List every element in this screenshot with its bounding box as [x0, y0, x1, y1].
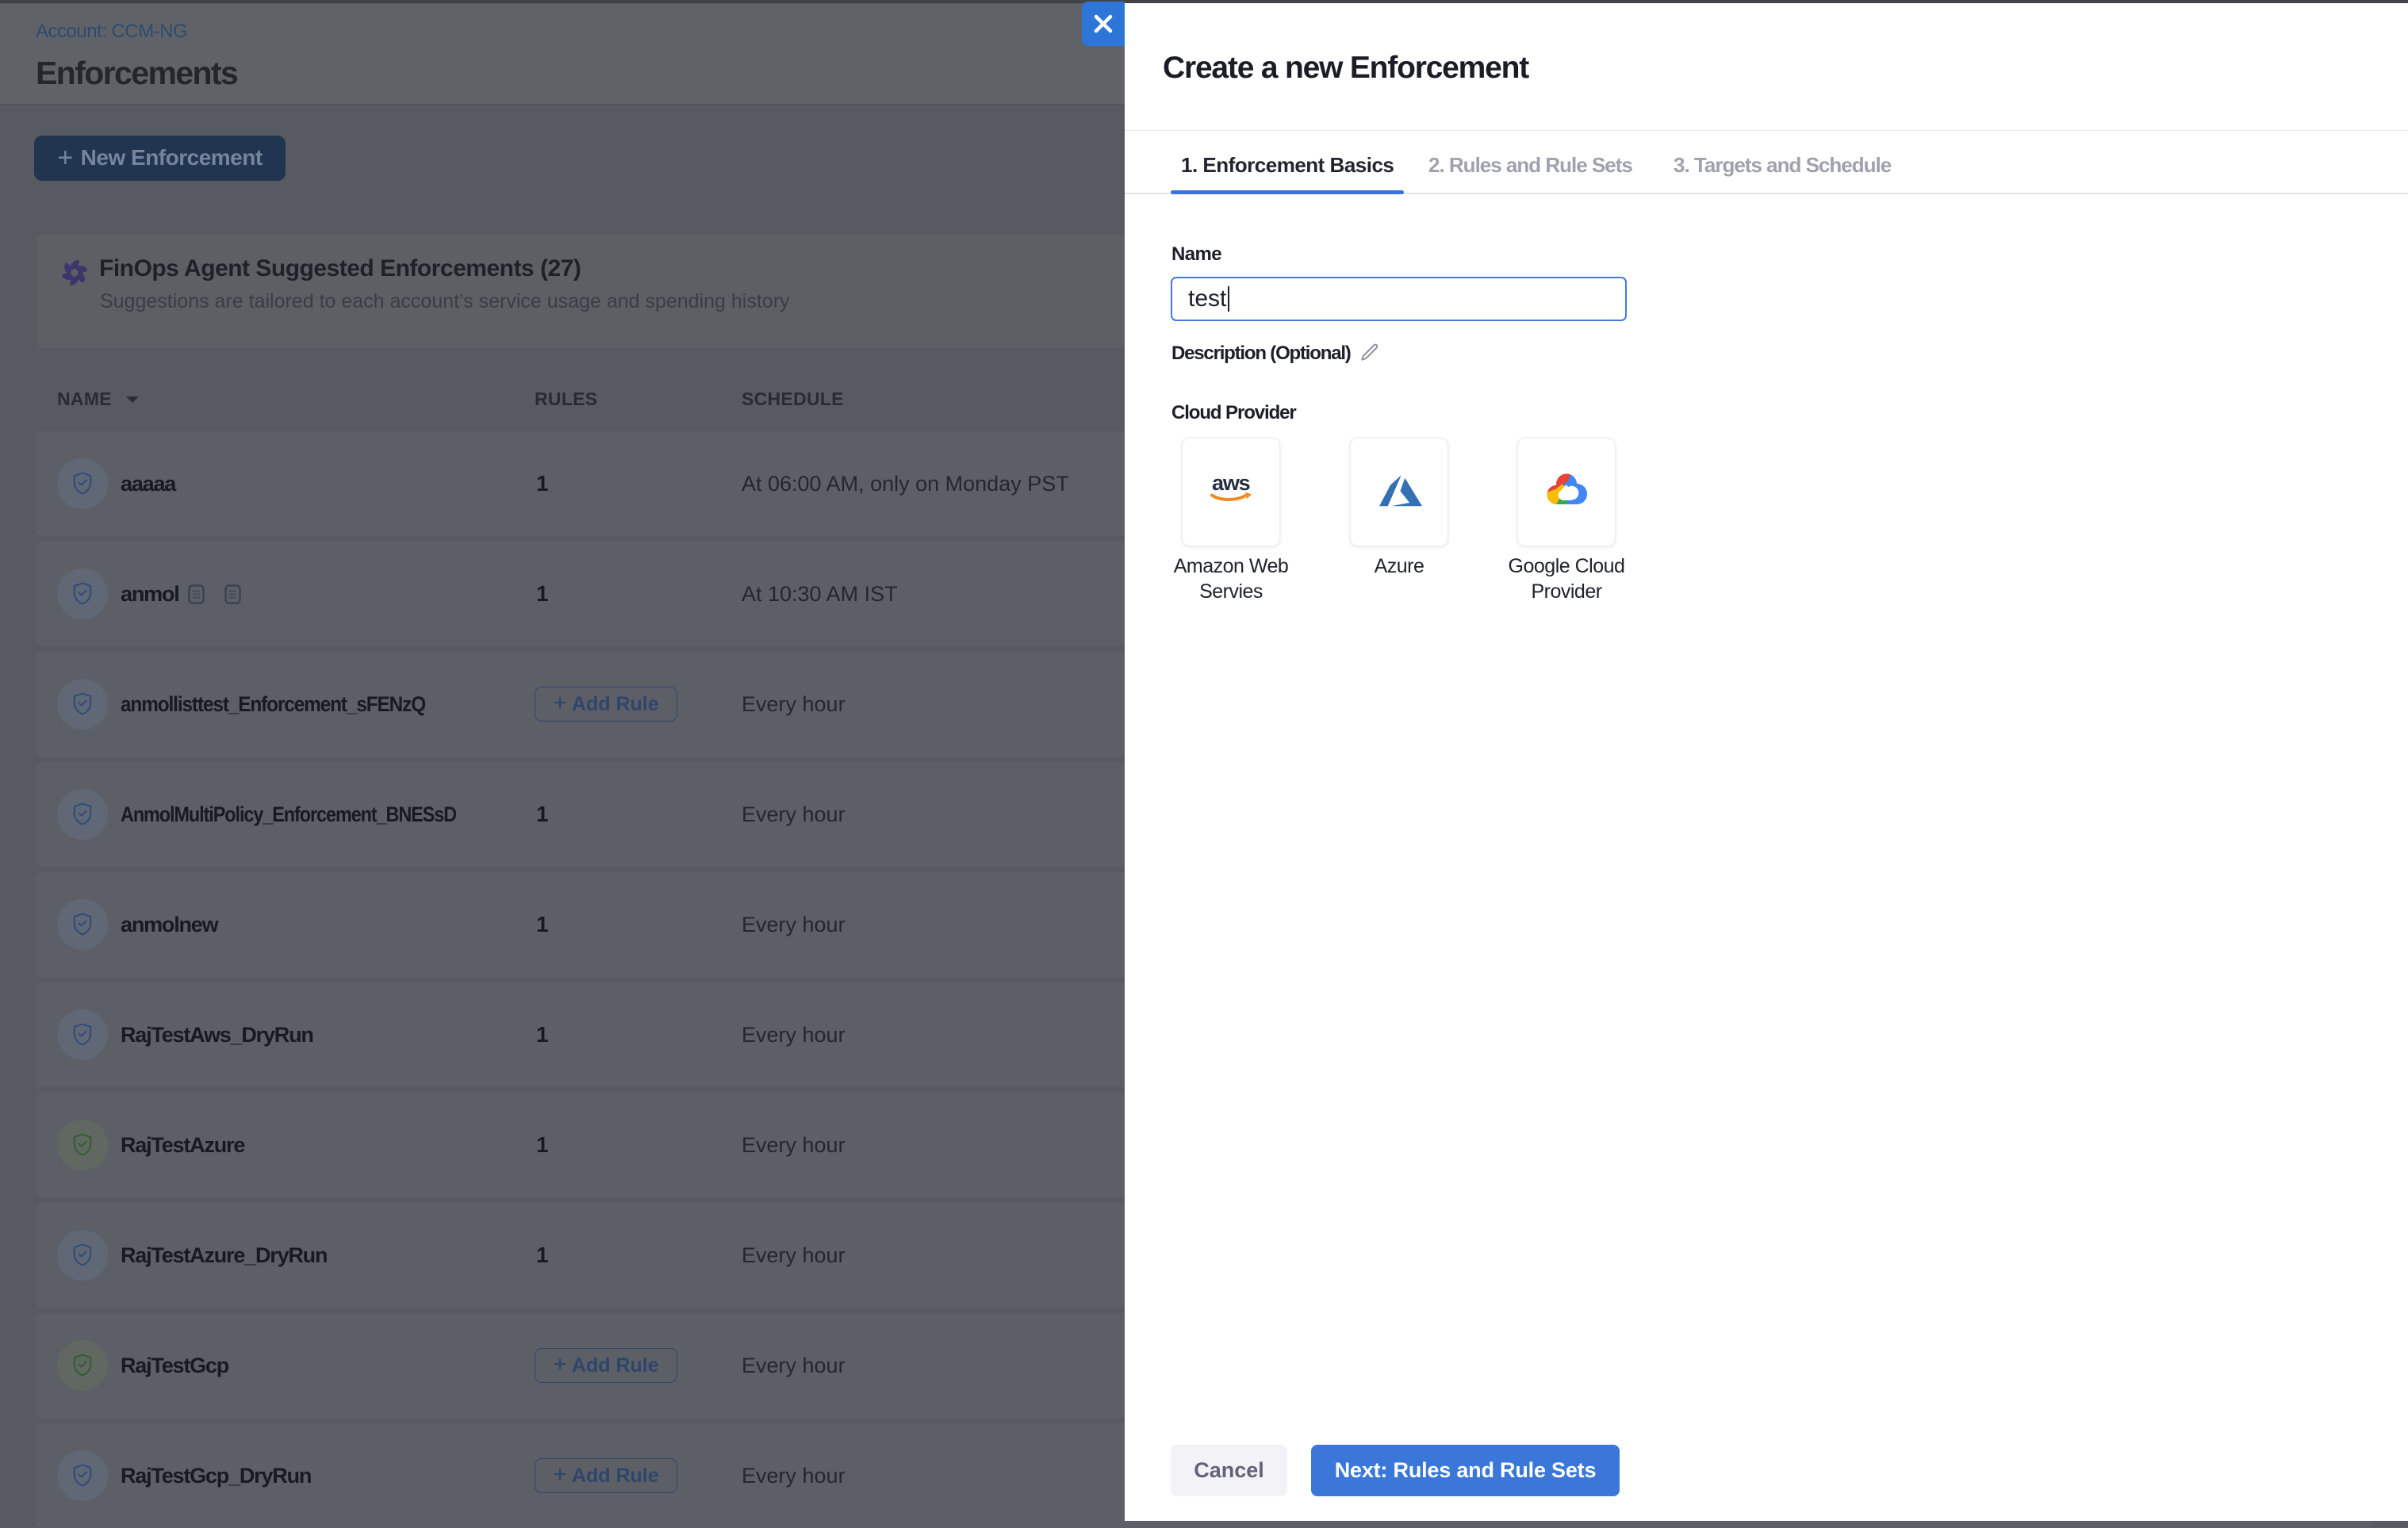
svg-text:aws: aws	[1212, 471, 1250, 495]
